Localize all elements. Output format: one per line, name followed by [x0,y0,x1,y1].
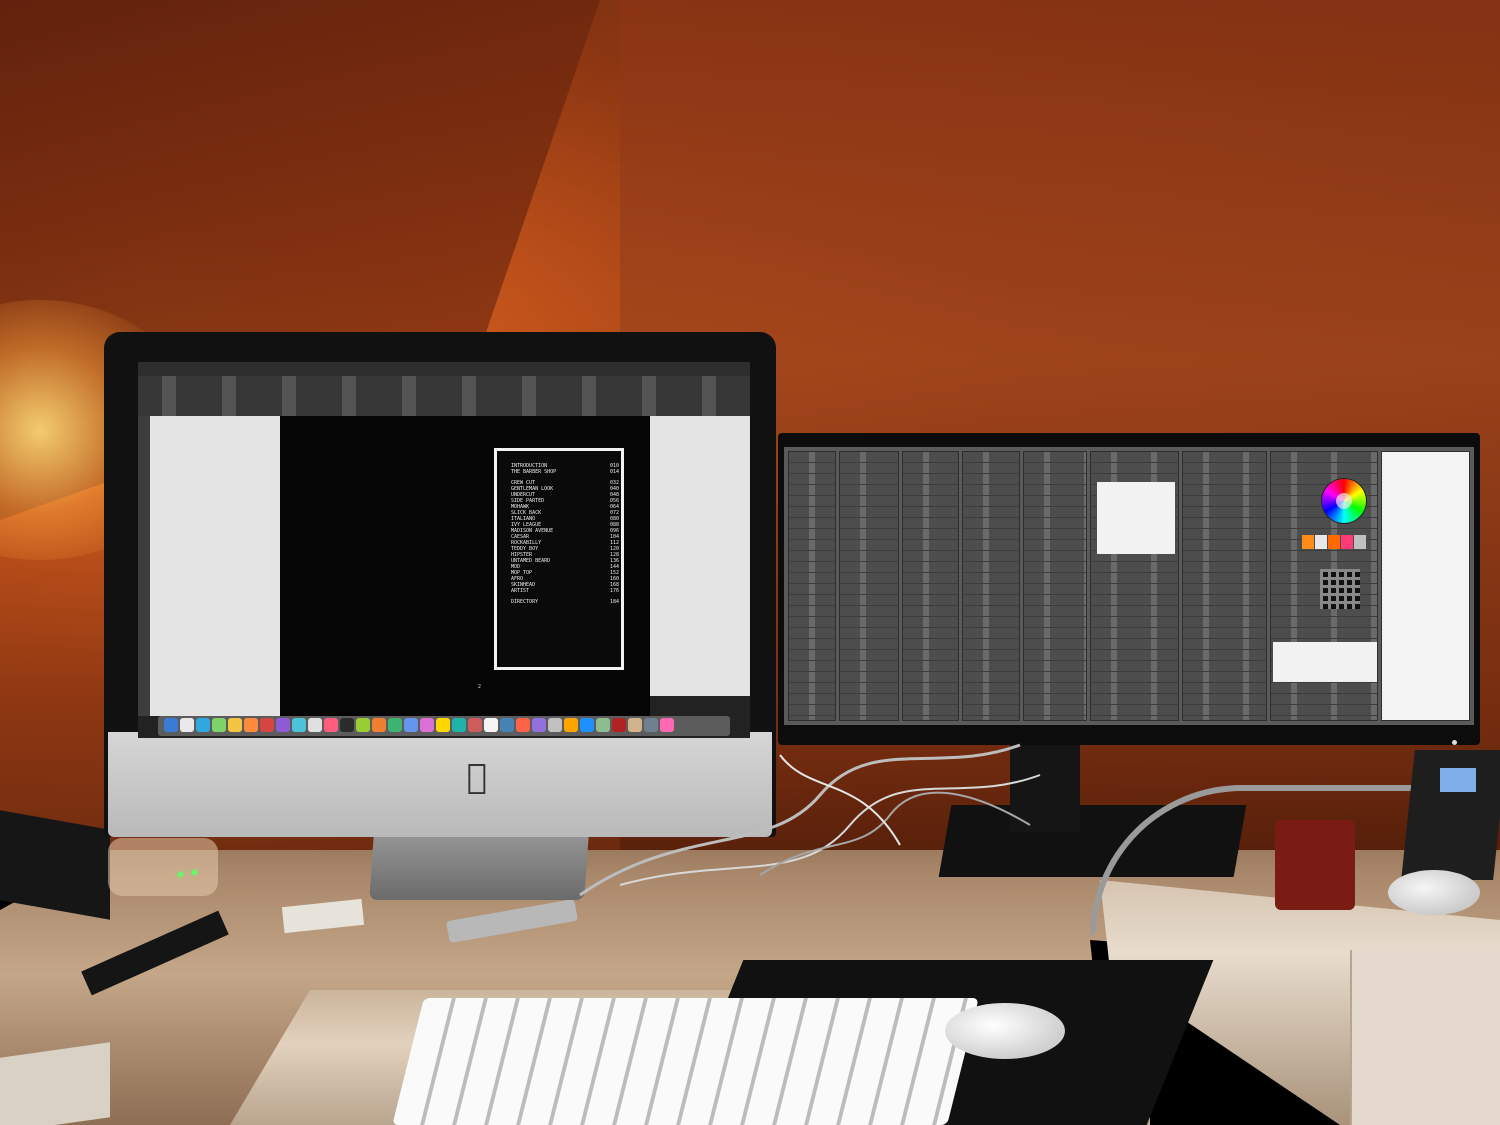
dock-app-icon[interactable] [260,718,274,732]
dock-app-icon[interactable] [356,718,370,732]
keyboard [392,998,979,1125]
dock-app-icon[interactable] [596,718,610,732]
dock-app-icon[interactable] [580,718,594,732]
toc-entry: ARTIST 176 [511,588,619,594]
dock-app-icon[interactable] [372,718,386,732]
properties-panel[interactable] [1181,451,1267,721]
tool-panel[interactable] [788,451,837,721]
toc-entry: DIRECTORY 184 [511,599,619,605]
document-spread[interactable]: INTRODUCTION 010 THE BARBER SHOP 014 CREW CU… [280,416,650,716]
panel-blank-area [1272,642,1377,682]
dock-app-icon[interactable] [276,718,290,732]
dock-app-icon[interactable] [436,718,450,732]
color-swatch[interactable] [1354,535,1366,549]
cable [579,743,1021,897]
dock-app-icon[interactable] [468,718,482,732]
toc-entry-page: 014 [609,469,619,475]
imac-screen: INTRODUCTION 010 THE BARBER SHOP 014 CREW CU… [138,362,750,738]
options-panel[interactable] [839,451,900,721]
settings-panel[interactable] [902,451,959,721]
red-box [1275,820,1355,910]
dock-app-icon[interactable] [484,718,498,732]
dock-app-icon[interactable] [164,718,178,732]
macos-dock[interactable] [158,716,730,736]
app-menubar[interactable] [138,362,750,376]
dock-app-icon[interactable] [548,718,562,732]
dock-app-icon[interactable] [532,718,546,732]
toc-entry-title: ARTIST [511,588,530,594]
dock-app-icon[interactable] [292,718,306,732]
hub-led [192,870,197,875]
dock-app-icon[interactable] [644,718,658,732]
hub-led [178,872,183,877]
dock-app-icon[interactable] [500,718,514,732]
dock-app-icon[interactable] [180,718,194,732]
color-swatch[interactable] [1315,535,1327,549]
dock-app-icon[interactable] [516,718,530,732]
dock-app-icon[interactable] [228,718,242,732]
usb-hub [108,838,218,896]
app-control-bar[interactable] [138,376,750,416]
magic-mouse [945,1003,1065,1059]
apple-logo-icon:  [460,758,494,796]
tools-panel[interactable] [138,416,150,716]
pasteboard-right [650,416,750,696]
dock-app-icon[interactable] [628,718,642,732]
color-wheel-icon[interactable] [1322,479,1366,523]
power-led [1452,740,1457,745]
toc-entry-title: DIRECTORY [511,599,539,605]
magic-mouse-spare [1388,870,1480,915]
monitor-screen [784,447,1474,725]
dock-app-icon[interactable] [404,718,418,732]
dock-app-icon[interactable] [660,718,674,732]
cable [759,791,1031,876]
dock-app-icon[interactable] [244,718,258,732]
pasteboard-left [150,416,280,716]
color-swatch[interactable] [1328,535,1340,549]
dock-app-icon[interactable] [452,718,466,732]
color-swatch[interactable] [1302,535,1314,549]
cable-bundle [579,743,1041,897]
toc-entry-title: THE BARBER SHOP [511,469,557,475]
dock-app-icon[interactable] [212,718,226,732]
color-swatches[interactable] [1302,535,1366,549]
swatch-grid[interactable] [1320,569,1360,609]
router-box [0,810,110,920]
dock-app-icon[interactable] [324,718,338,732]
preview-area [1096,482,1175,554]
phone-display [1440,768,1476,792]
table-of-contents: INTRODUCTION 010 THE BARBER SHOP 014 CREW CU… [511,463,619,605]
dock-app-icon[interactable] [340,718,354,732]
canvas-area[interactable] [1381,451,1471,721]
desk-drawer [1350,950,1500,1125]
cable [619,774,1041,886]
toc-entry: THE BARBER SHOP 014 [511,469,619,475]
layers-panel[interactable] [1022,451,1087,721]
page-number: 2 [478,684,482,690]
dock-app-icon[interactable] [564,718,578,732]
dock-app-icon[interactable] [388,718,402,732]
presets-panel[interactable] [961,451,1020,721]
book [0,1042,110,1125]
dock-app-icon[interactable] [612,718,626,732]
color-swatch[interactable] [1341,535,1353,549]
toc-entry-page: 184 [609,599,619,605]
table-of-contents-frame[interactable]: INTRODUCTION 010 THE BARBER SHOP 014 CREW CU… [494,448,624,670]
desk-photo-scene:  INTRODUCTION010THE BARBER SHOP014CREW … [0,0,1500,1125]
dock-app-icon[interactable] [196,718,210,732]
toc-entry-page: 176 [609,588,619,594]
workspace-panels[interactable] [784,447,1474,725]
preview-panel[interactable] [1089,451,1179,721]
dock-app-icon[interactable] [420,718,434,732]
dock-app-icon[interactable] [308,718,322,732]
